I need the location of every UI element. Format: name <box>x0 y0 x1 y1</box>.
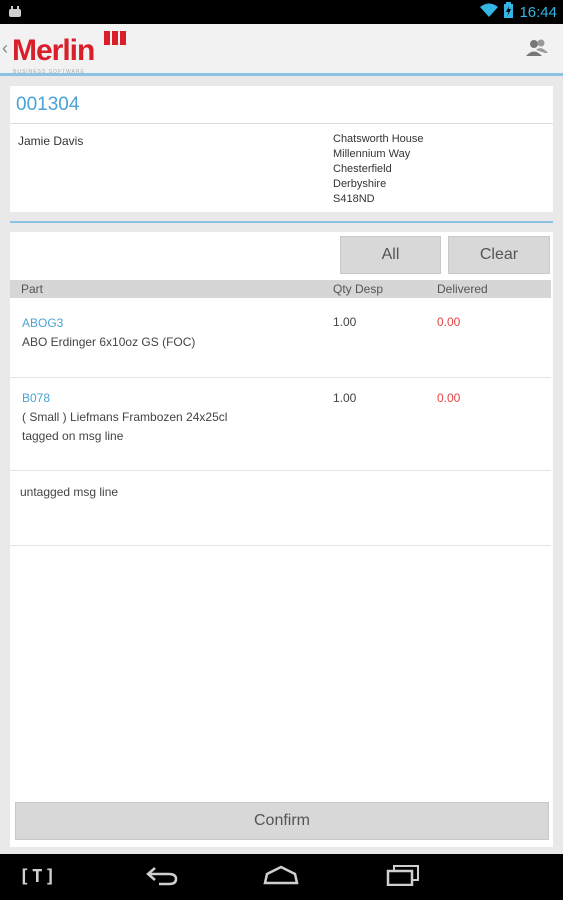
battery-icon <box>504 2 514 23</box>
clear-button[interactable]: Clear <box>448 236 550 274</box>
confirm-button[interactable]: Confirm <box>15 802 549 840</box>
delivery-address: Chatsworth House Millennium Way Chesterf… <box>333 132 424 207</box>
order-number: 001304 <box>16 94 80 115</box>
column-header-delivered: Delivered <box>437 282 488 296</box>
table-header: Part Qty Desp Delivered <box>10 280 551 298</box>
qty-desp: 1.00 <box>333 315 357 329</box>
table-row[interactable]: ABOG3 ABO Erdinger 6x10oz GS (FOC) 1.00 … <box>10 299 551 378</box>
clock: 16:44 <box>519 4 557 21</box>
up-caret-icon[interactable]: ‹ <box>2 38 8 59</box>
delivered-qty[interactable]: 0.00 <box>437 315 460 329</box>
users-button[interactable] <box>525 38 549 63</box>
wifi-icon <box>480 3 499 22</box>
customer-name: Jamie Davis <box>18 134 84 148</box>
logo-subtext: BUSINESS SOFTWARE <box>13 69 85 75</box>
table-row[interactable]: B078 ( Small ) Liefmans Frambozen 24x25c… <box>10 378 551 471</box>
divider <box>10 123 553 124</box>
message-row: untagged msg line <box>10 471 551 546</box>
part-code[interactable]: ABOG3 <box>22 316 63 330</box>
message-text: untagged msg line <box>20 485 119 499</box>
qty-desp: 1.00 <box>333 391 357 405</box>
t-keyboard-icon[interactable]: [T] <box>19 866 58 887</box>
home-icon[interactable] <box>262 864 300 891</box>
address-line: Derbyshire <box>333 178 387 190</box>
part-description: ABO Erdinger 6x10oz GS (FOC) <box>22 335 196 349</box>
order-lines-panel: All Clear Part Qty Desp Delivered ABOG3 … <box>10 232 553 847</box>
part-description: ( Small ) Liefmans Frambozen 24x25cl <box>22 410 228 424</box>
column-header-qty-desp: Qty Desp <box>333 282 384 296</box>
address-line: Millennium Way <box>333 148 411 160</box>
action-bar: ‹ Merlin BUSINESS SOFTWARE <box>0 24 563 76</box>
section-divider <box>10 221 553 223</box>
column-header-part: Part <box>21 282 44 296</box>
app-logo[interactable]: Merlin BUSINESS SOFTWARE <box>12 31 126 75</box>
logo-text: Merlin <box>12 34 95 67</box>
address-line: S418ND <box>333 193 375 205</box>
android-notification-icon <box>8 5 22 23</box>
recent-apps-icon[interactable] <box>386 864 420 891</box>
delivered-qty[interactable]: 0.00 <box>437 391 460 405</box>
people-icon <box>526 39 548 56</box>
order-header-card: 001304 Jamie Davis Chatsworth House Mill… <box>10 86 553 212</box>
address-line: Chesterfield <box>333 163 392 175</box>
all-button[interactable]: All <box>340 236 441 274</box>
navigation-bar: [T] <box>0 854 563 900</box>
status-bar: 16:44 <box>0 0 563 24</box>
logo-bars-icon <box>104 31 126 45</box>
back-icon[interactable] <box>145 864 179 891</box>
part-message: tagged on msg line <box>22 429 124 443</box>
part-code[interactable]: B078 <box>22 391 50 405</box>
address-line: Chatsworth House <box>333 133 424 145</box>
